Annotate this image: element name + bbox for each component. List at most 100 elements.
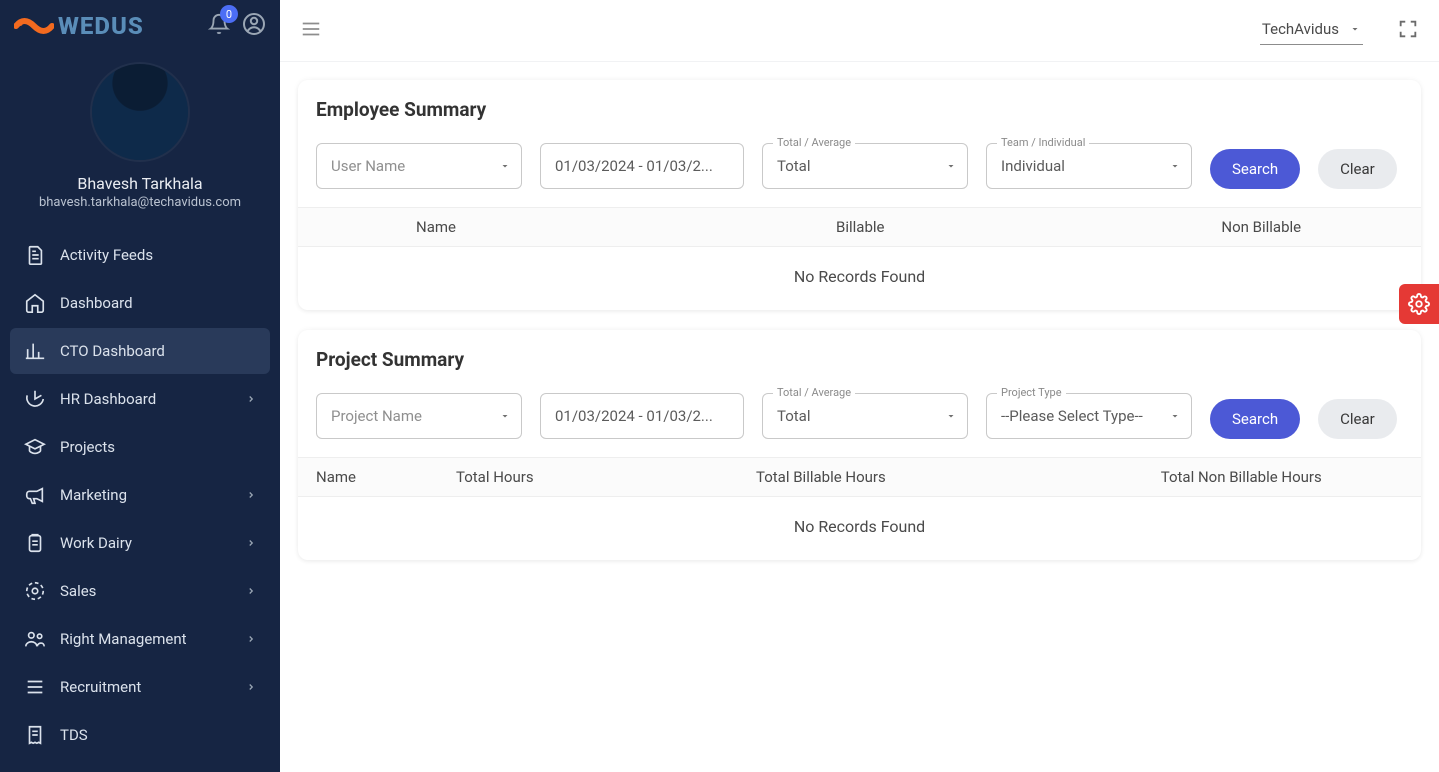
chevron-down-icon xyxy=(499,160,511,172)
pie-chart-icon xyxy=(24,388,46,410)
user-circle-icon xyxy=(242,12,266,36)
sidebar-item-label: Projects xyxy=(60,438,115,456)
profile-email: bhavesh.tarkhala@techavidus.com xyxy=(12,195,268,210)
sidebar-item-sales[interactable]: Sales xyxy=(10,568,270,614)
employee-filter-row: User Name 01/03/2024 - 01/03/2... Total … xyxy=(298,127,1421,207)
project-empty-state: No Records Found xyxy=(298,497,1421,560)
date-range-value: 01/03/2024 - 01/03/2... xyxy=(555,157,713,175)
chevron-right-icon xyxy=(246,394,256,404)
sidebar-item-label: CTO Dashboard xyxy=(60,342,165,360)
project-name-select[interactable]: Project Name xyxy=(316,393,522,439)
field-label: Total / Average xyxy=(773,136,855,149)
gear-icon xyxy=(1408,293,1430,315)
chevron-down-icon xyxy=(499,410,511,422)
sidebar-item-label: Right Management xyxy=(60,630,187,648)
project-date-range-input[interactable]: 01/03/2024 - 01/03/2... xyxy=(540,393,744,439)
field-label: Total / Average xyxy=(773,386,855,399)
sidebar-item-label: Dashboard xyxy=(60,294,133,312)
sidebar-item-activity-feeds[interactable]: Activity Feeds xyxy=(10,232,270,278)
sidebar-item-cto-dashboard[interactable]: CTO Dashboard xyxy=(10,328,270,374)
expand-icon xyxy=(1397,18,1419,40)
user-name-placeholder: User Name xyxy=(331,157,405,175)
notification-badge: 0 xyxy=(220,5,238,23)
graduation-cap-icon xyxy=(24,436,46,458)
sidebar-item-hr-dashboard[interactable]: HR Dashboard xyxy=(10,376,270,422)
button-label: Search xyxy=(1232,160,1278,178)
chevron-down-icon xyxy=(945,160,957,172)
col-billable: Total Billable Hours xyxy=(756,468,1080,486)
total-average-select[interactable]: Total / Average Total xyxy=(762,143,968,189)
col-non-billable: Non Billable xyxy=(1120,218,1404,236)
sidebar-item-label: Activity Feeds xyxy=(60,246,153,264)
date-range-input[interactable]: 01/03/2024 - 01/03/2... xyxy=(540,143,744,189)
col-name: Name xyxy=(316,468,456,486)
account-button[interactable] xyxy=(242,12,266,40)
sidebar-item-label: Recruitment xyxy=(60,678,141,696)
notifications-button[interactable]: 0 xyxy=(208,13,230,39)
sidebar-item-recruitment[interactable]: Recruitment xyxy=(10,664,270,710)
field-label: Team / Individual xyxy=(997,136,1089,149)
project-search-button[interactable]: Search xyxy=(1210,399,1300,439)
col-total-hours: Total Hours xyxy=(456,468,756,486)
sidebar-toggle-button[interactable] xyxy=(300,18,322,44)
home-icon xyxy=(24,292,46,314)
employee-clear-button[interactable]: Clear xyxy=(1318,149,1397,189)
project-table-header: Name Total Hours Total Billable Hours To… xyxy=(298,457,1421,497)
team-individual-select[interactable]: Team / Individual Individual xyxy=(986,143,1192,189)
settings-fab[interactable] xyxy=(1399,284,1439,324)
project-summary-title: Project Summary xyxy=(298,330,1421,377)
sidebar-item-label: HR Dashboard xyxy=(60,390,156,408)
main-content: Employee Summary User Name 01/03/2024 - … xyxy=(280,62,1439,772)
sidebar-item-label: TDS xyxy=(60,726,88,744)
chevron-right-icon xyxy=(246,682,256,692)
project-filter-row: Project Name 01/03/2024 - 01/03/2... Tot… xyxy=(298,377,1421,457)
users-icon xyxy=(24,628,46,650)
sidebar: WEDUS 0 Bhavesh Tarkhala bhavesh.tarkhal… xyxy=(0,0,280,772)
sidebar-header: WEDUS 0 xyxy=(0,0,280,48)
chevron-down-icon xyxy=(945,410,957,422)
chevron-right-icon xyxy=(246,490,256,500)
receipt-icon xyxy=(24,724,46,746)
tenant-select[interactable]: TechAvidus xyxy=(1260,16,1363,45)
sidebar-item-tds[interactable]: TDS xyxy=(10,712,270,758)
project-type-select[interactable]: Project Type --Please Select Type-- xyxy=(986,393,1192,439)
clipboard-icon xyxy=(24,532,46,554)
chevron-right-icon xyxy=(246,538,256,548)
col-name: Name xyxy=(316,218,836,236)
logo[interactable]: WEDUS xyxy=(14,12,144,40)
chevron-down-icon xyxy=(1169,410,1181,422)
employee-search-button[interactable]: Search xyxy=(1210,149,1300,189)
hamburger-icon xyxy=(300,18,322,40)
sidebar-item-marketing[interactable]: Marketing xyxy=(10,472,270,518)
sidebar-item-work-dairy[interactable]: Work Dairy xyxy=(10,520,270,566)
button-label: Search xyxy=(1232,410,1278,428)
sidebar-item-dashboard[interactable]: Dashboard xyxy=(10,280,270,326)
tenant-section: TechAvidus xyxy=(1260,16,1419,45)
logo-mark-icon xyxy=(14,12,54,40)
total-average-value: Total xyxy=(777,157,811,175)
user-name-select[interactable]: User Name xyxy=(316,143,522,189)
sidebar-item-right-management[interactable]: Right Management xyxy=(10,616,270,662)
employee-summary-card: Employee Summary User Name 01/03/2024 - … xyxy=(298,80,1421,310)
list-icon xyxy=(24,676,46,698)
bar-chart-icon xyxy=(24,340,46,362)
document-icon xyxy=(24,244,46,266)
employee-empty-state: No Records Found xyxy=(298,247,1421,310)
target-icon xyxy=(24,580,46,602)
col-billable: Billable xyxy=(836,218,1120,236)
project-total-average-select[interactable]: Total / Average Total xyxy=(762,393,968,439)
button-label: Clear xyxy=(1340,410,1375,428)
fullscreen-button[interactable] xyxy=(1397,18,1419,44)
employee-table-header: Name Billable Non Billable xyxy=(298,207,1421,247)
sidebar-item-projects[interactable]: Projects xyxy=(10,424,270,470)
col-non-billable: Total Non Billable Hours xyxy=(1080,468,1404,486)
field-label: Project Type xyxy=(997,386,1066,399)
logo-text: WEDUS xyxy=(58,12,144,40)
avatar[interactable] xyxy=(92,64,188,160)
project-clear-button[interactable]: Clear xyxy=(1318,399,1397,439)
tenant-name: TechAvidus xyxy=(1262,20,1339,38)
profile-name: Bhavesh Tarkhala xyxy=(12,174,268,193)
button-label: Clear xyxy=(1340,160,1375,178)
topbar: TechAvidus xyxy=(280,0,1439,62)
sidebar-nav: Activity Feeds Dashboard CTO Dashboard H… xyxy=(0,226,280,772)
